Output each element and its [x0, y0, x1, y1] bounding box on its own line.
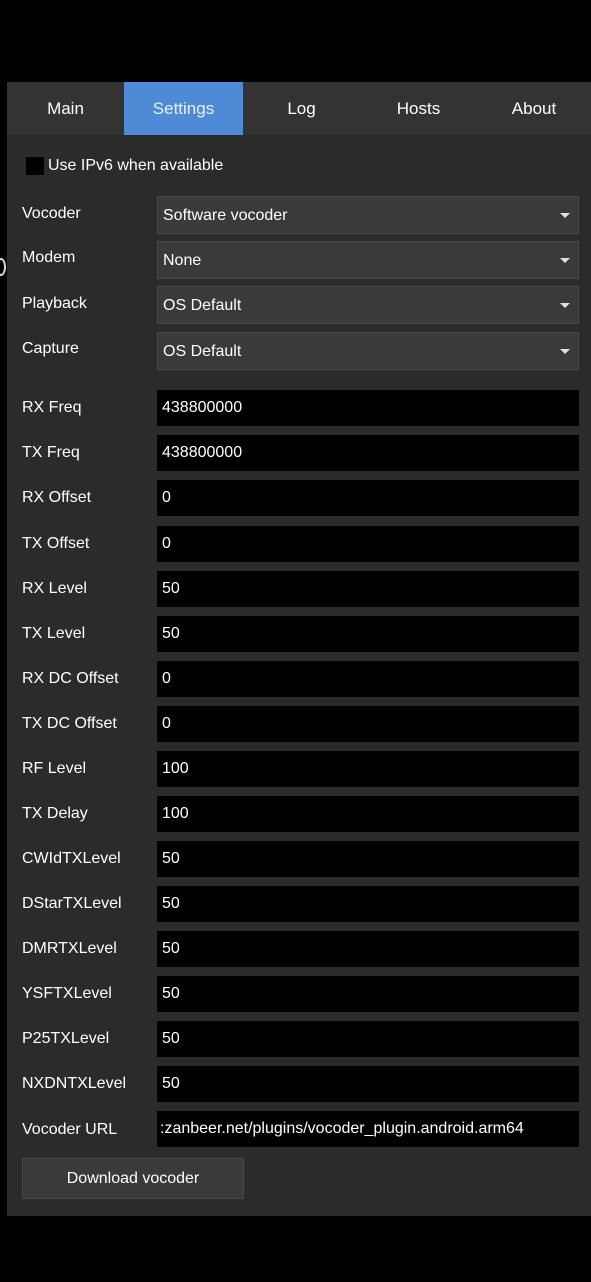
tx-offset-label: TX Offset — [22, 535, 90, 552]
dropdown-arrow-icon — [560, 258, 570, 263]
rx-dc-offset-input[interactable] — [157, 661, 579, 697]
dmr-tx-level-input[interactable] — [157, 931, 579, 967]
ipv6-label: Use IPv6 when available — [48, 157, 224, 174]
vocoder-select[interactable]: Software vocoder — [157, 196, 579, 234]
dstar-tx-level-input[interactable] — [157, 886, 579, 922]
tab-hosts[interactable]: Hosts — [360, 82, 477, 135]
side-handle-icon — [0, 258, 6, 276]
modem-value: None — [163, 252, 202, 269]
dropdown-arrow-icon — [560, 303, 570, 308]
cwid-tx-level-input[interactable] — [157, 841, 579, 877]
modem-label: Modem — [22, 249, 76, 266]
tab-about[interactable]: About — [477, 82, 591, 135]
rf-level-input[interactable] — [157, 751, 579, 787]
tx-level-input[interactable] — [157, 616, 579, 652]
download-vocoder-button[interactable]: Download vocoder — [22, 1158, 244, 1199]
vocoder-value: Software vocoder — [163, 207, 288, 224]
tab-bar: Main Settings Log Hosts About — [7, 82, 591, 135]
capture-select[interactable]: OS Default — [157, 332, 579, 370]
nxdn-tx-level-input[interactable] — [157, 1066, 579, 1102]
dmr-tx-level-label: DMRTXLevel — [22, 940, 117, 957]
rf-level-label: RF Level — [22, 760, 87, 777]
dstar-tx-level-label: DStarTXLevel — [22, 895, 122, 912]
rx-level-input[interactable] — [157, 571, 579, 607]
tx-offset-input[interactable] — [157, 526, 579, 562]
ipv6-checkbox[interactable] — [26, 157, 44, 175]
tx-delay-input[interactable] — [157, 796, 579, 832]
capture-label: Capture — [22, 340, 79, 357]
rx-freq-input[interactable] — [157, 390, 579, 426]
vocoder-url-label: Vocoder URL — [22, 1121, 118, 1138]
dropdown-arrow-icon — [560, 213, 570, 218]
ysf-tx-level-label: YSFTXLevel — [22, 985, 112, 1002]
tx-dc-offset-input[interactable] — [157, 706, 579, 742]
cwid-tx-level-label: CWIdTXLevel — [22, 850, 121, 867]
tx-dc-offset-label: TX DC Offset — [22, 715, 117, 732]
capture-value: OS Default — [163, 343, 242, 360]
tab-main[interactable]: Main — [7, 82, 124, 135]
vocoder-label: Vocoder — [22, 205, 81, 222]
tx-level-label: TX Level — [22, 625, 86, 642]
rx-freq-label: RX Freq — [22, 399, 82, 416]
playback-value: OS Default — [163, 297, 242, 314]
modem-select[interactable]: None — [157, 241, 579, 279]
rx-level-label: RX Level — [22, 580, 87, 597]
p25-tx-level-input[interactable] — [157, 1021, 579, 1057]
tx-freq-input[interactable] — [157, 435, 579, 471]
tx-freq-label: TX Freq — [22, 444, 80, 461]
rx-offset-input[interactable] — [157, 480, 579, 516]
rx-dc-offset-label: RX DC Offset — [22, 670, 119, 687]
tab-settings[interactable]: Settings — [124, 82, 243, 135]
playback-select[interactable]: OS Default — [157, 286, 579, 324]
tab-log[interactable]: Log — [243, 82, 360, 135]
rx-offset-label: RX Offset — [22, 489, 92, 506]
vocoder-url-input[interactable]: :zanbeer.net/plugins/vocoder_plugin.andr… — [157, 1111, 579, 1147]
playback-label: Playback — [22, 295, 87, 312]
ysf-tx-level-input[interactable] — [157, 976, 579, 1012]
dropdown-arrow-icon — [560, 349, 570, 354]
tx-delay-label: TX Delay — [22, 805, 88, 822]
nxdn-tx-level-label: NXDNTXLevel — [22, 1075, 127, 1092]
p25-tx-level-label: P25TXLevel — [22, 1030, 110, 1047]
